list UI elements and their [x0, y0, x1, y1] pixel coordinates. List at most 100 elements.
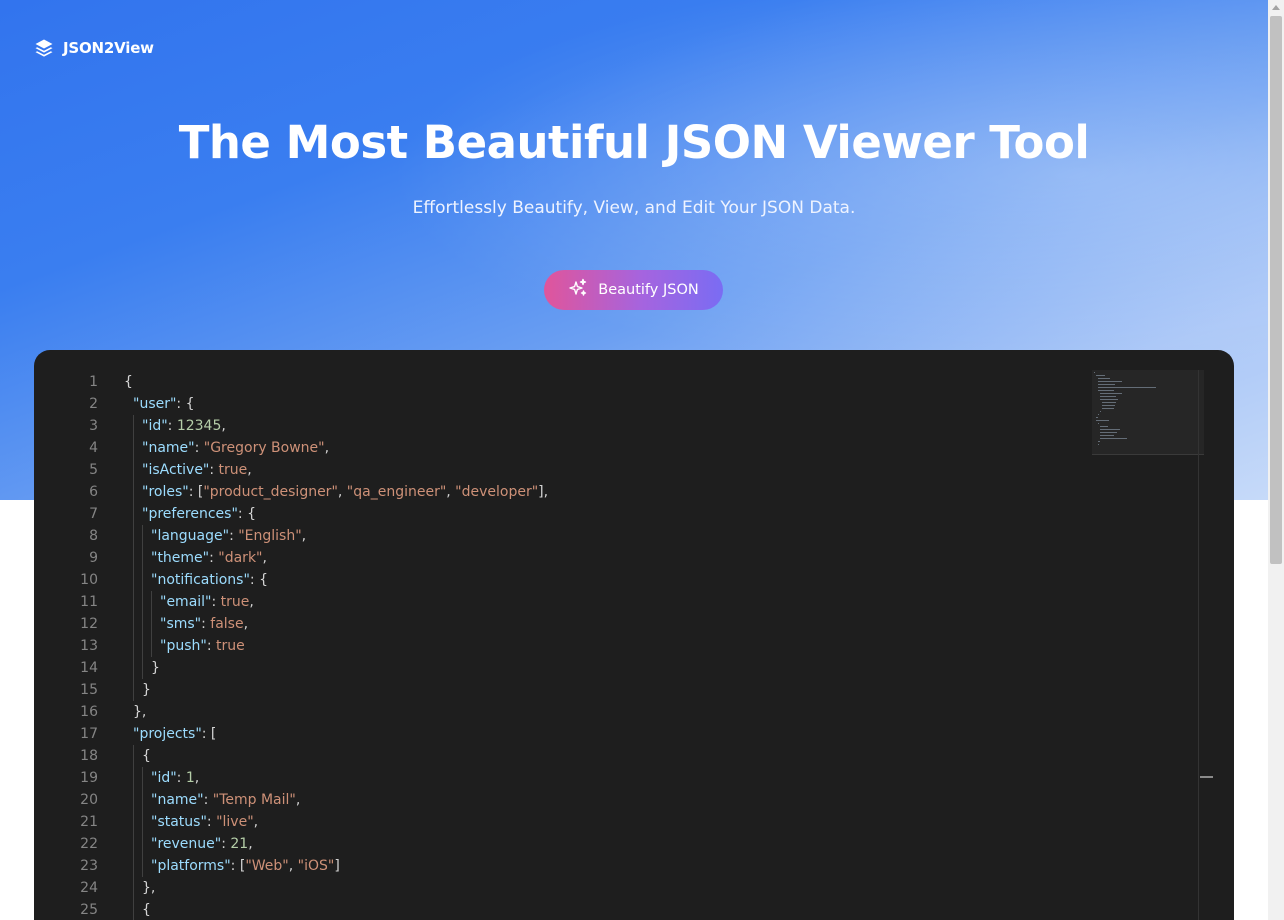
brand-name: JSON2View: [63, 39, 154, 57]
code-token: :: [209, 550, 219, 566]
code-token: "live": [216, 814, 254, 830]
code-token: {: [142, 902, 151, 918]
code-text: "language": "English",: [151, 525, 306, 547]
code-token: ,: [295, 792, 301, 808]
code-line[interactable]: 11 "email": true,: [34, 591, 1094, 613]
code-line[interactable]: 21 "status": "live",: [34, 811, 1094, 833]
minimap[interactable]: [1092, 370, 1204, 455]
code-token: "theme": [151, 550, 210, 566]
code-line[interactable]: 14}: [34, 657, 1094, 679]
page-scrollbar-thumb[interactable]: [1270, 16, 1282, 564]
indent-guide: [142, 767, 143, 789]
indent-guide: [133, 877, 134, 899]
code-text: "user": {: [133, 393, 195, 415]
code-line[interactable]: 1{: [34, 371, 1094, 393]
line-number: 1: [89, 374, 98, 390]
code-line[interactable]: 17 "projects": [: [34, 723, 1094, 745]
code-token: }: [151, 660, 160, 676]
code-line[interactable]: 19 "id": 1,: [34, 767, 1094, 789]
indent-guide: [133, 635, 134, 657]
code-line[interactable]: 18 {: [34, 745, 1094, 767]
code-line[interactable]: 10 "notifications": {: [34, 569, 1094, 591]
code-token: ,: [253, 814, 259, 830]
code-line[interactable]: 12 "sms": false,: [34, 613, 1094, 635]
code-token: "preferences": [142, 506, 238, 522]
line-number: 10: [80, 572, 98, 588]
code-line[interactable]: 25 {: [34, 899, 1094, 920]
minimap-line: [1098, 384, 1115, 385]
code-token: ,: [337, 484, 347, 500]
indent-guide: [142, 789, 143, 811]
code-line[interactable]: 24},: [34, 877, 1094, 899]
code-line[interactable]: 15}: [34, 679, 1094, 701]
code-token: :: [206, 638, 216, 654]
code-area[interactable]: 1{2 "user": {3 "id": 12345, 4 "name": "Grego…: [34, 371, 1094, 920]
code-text: "preferences": {: [142, 503, 256, 525]
code-token: ,: [221, 418, 226, 434]
indent-guide: [133, 745, 134, 767]
code-line[interactable]: 4 "name": "Gregory Bowne",: [34, 437, 1094, 459]
code-token: :: [194, 440, 204, 456]
line-number: 21: [80, 814, 98, 830]
code-line[interactable]: 6 "roles": ["product_designer", "qa_engin…: [34, 481, 1094, 503]
page-subtitle: Effortlessly Beautify, View, and Edit Yo…: [412, 198, 856, 218]
code-token: ,: [248, 836, 253, 852]
code-token: ],: [538, 484, 549, 500]
layers-icon: [34, 38, 54, 58]
code-line[interactable]: 8 "language": "English",: [34, 525, 1094, 547]
minimap-line: [1096, 417, 1098, 418]
page-title: The Most Beautiful JSON Viewer Tool: [178, 116, 1090, 169]
minimap-line: [1100, 438, 1127, 439]
code-token: "English": [238, 528, 302, 544]
code-token: "notifications": [151, 572, 250, 588]
code-token: : [: [188, 484, 204, 500]
code-token: "sms": [160, 616, 202, 632]
code-text: "platforms": ["Web", "iOS"]: [151, 855, 340, 877]
indent-guide: [142, 613, 143, 635]
beautify-json-label: Beautify JSON: [598, 282, 699, 298]
code-text: "theme": "dark",: [151, 547, 267, 569]
code-token: "roles": [142, 484, 189, 500]
json-editor[interactable]: 1{2 "user": {3 "id": 12345, 4 "name": "Grego…: [34, 350, 1234, 920]
code-text: "id": 12345,: [142, 415, 226, 437]
line-number: 6: [89, 484, 98, 500]
minimap-line: [1100, 411, 1101, 412]
code-token: ,: [301, 528, 307, 544]
code-line[interactable]: 20 "name": "Temp Mail",: [34, 789, 1094, 811]
beautify-json-button[interactable]: Beautify JSON: [544, 270, 723, 310]
code-token: "Temp Mail": [212, 792, 296, 808]
code-line[interactable]: 13 "push": true: [34, 635, 1094, 657]
line-number: 14: [80, 660, 98, 676]
code-token: "developer": [455, 484, 539, 500]
indent-guide: [142, 547, 143, 569]
code-text: "sms": false,: [160, 613, 248, 635]
code-line[interactable]: 9 "theme": "dark",: [34, 547, 1094, 569]
code-token: ]: [334, 858, 340, 874]
code-token: "name": [142, 440, 195, 456]
code-token: ,: [288, 858, 298, 874]
code-line[interactable]: 7 "preferences": {: [34, 503, 1094, 525]
code-line[interactable]: 16},: [34, 701, 1094, 723]
page: JSON2View The Most Beautiful JSON Viewer…: [0, 0, 1284, 920]
editor-scrollbar[interactable]: [1198, 370, 1199, 920]
editor-scroll-marker: [1200, 776, 1213, 778]
code-line[interactable]: 2 "user": {: [34, 393, 1094, 415]
code-line[interactable]: 23 "platforms": ["Web", "iOS"]: [34, 855, 1094, 877]
indent-guide: [133, 679, 134, 701]
code-line[interactable]: 22 "revenue": 21,: [34, 833, 1094, 855]
code-text: }: [142, 679, 151, 701]
code-token: :: [176, 770, 186, 786]
line-number: 23: [80, 858, 98, 874]
code-line[interactable]: 3 "id": 12345,: [34, 415, 1094, 437]
minimap-line: [1102, 408, 1114, 409]
code-text: "email": true,: [160, 591, 254, 613]
brand-logo[interactable]: JSON2View: [34, 38, 154, 58]
code-text: },: [133, 701, 146, 723]
line-number: 3: [89, 418, 98, 434]
code-line[interactable]: 5 "isActive": true,: [34, 459, 1094, 481]
code-text: {: [124, 371, 133, 393]
scroll-up-arrow-icon[interactable]: [1272, 5, 1280, 10]
code-token: 21: [230, 836, 249, 852]
code-token: ,: [194, 770, 200, 786]
code-token: "email": [160, 594, 212, 610]
